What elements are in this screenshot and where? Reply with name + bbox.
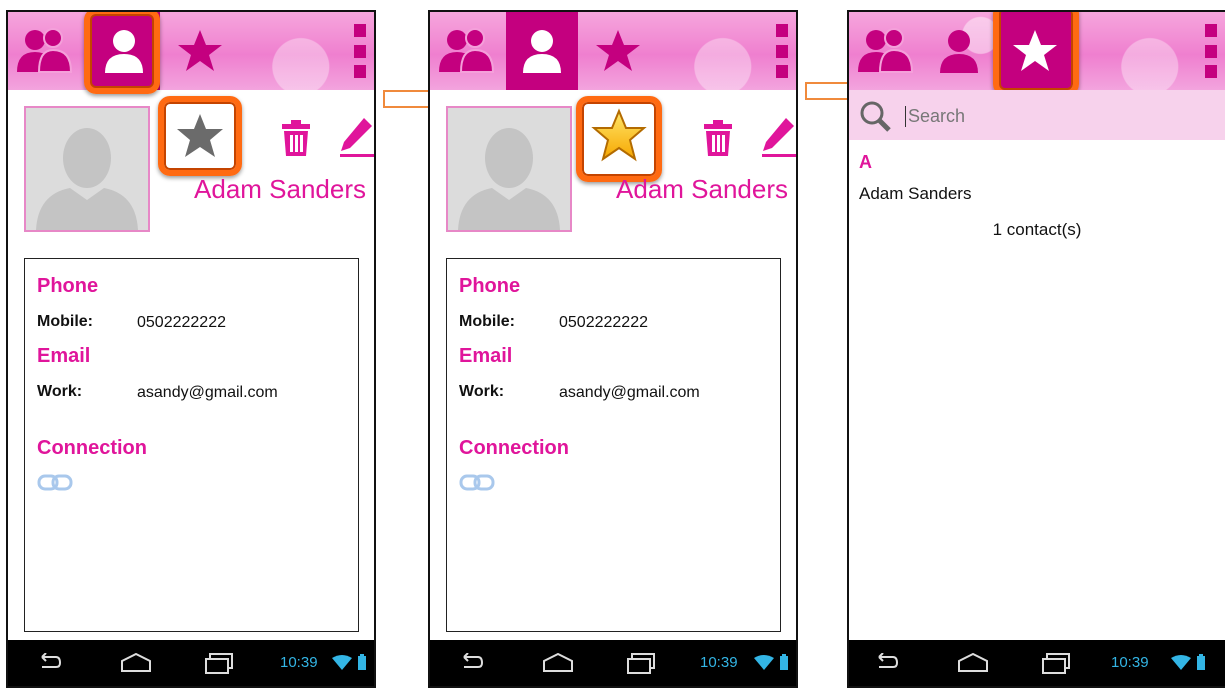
connection-link[interactable] xyxy=(459,473,495,498)
back-icon[interactable] xyxy=(458,653,484,673)
work-email-label: Work: xyxy=(459,383,505,400)
phone-section-heading: Phone xyxy=(37,275,99,297)
home-icon[interactable] xyxy=(542,653,574,673)
recents-icon[interactable] xyxy=(1041,653,1071,675)
search-input[interactable]: Search xyxy=(905,106,965,127)
back-icon[interactable] xyxy=(36,653,62,673)
status-clock: 10:39 xyxy=(700,654,738,671)
groups-icon xyxy=(439,28,495,73)
recents-icon[interactable] xyxy=(626,653,656,675)
tab-groups[interactable] xyxy=(8,12,80,90)
groups-icon xyxy=(17,28,73,73)
system-nav-bar: 10:39 xyxy=(8,640,374,686)
highlight-tab-favorites xyxy=(993,12,1079,96)
contact-name: Adam Sanders xyxy=(616,174,788,204)
section-header-letter: A xyxy=(859,152,872,172)
wifi-battery-icon xyxy=(1171,654,1205,670)
screen-contact-starred: Adam Sanders Phone Mobile: 0502222222 Em… xyxy=(428,10,798,688)
work-email-label: Work: xyxy=(37,383,83,400)
home-icon[interactable] xyxy=(957,653,989,673)
action-bar xyxy=(8,12,374,90)
overflow-menu-icon[interactable] xyxy=(776,24,792,78)
pencil-icon xyxy=(340,118,374,157)
edit-button[interactable] xyxy=(760,116,796,163)
mobile-number[interactable]: 0502222222 xyxy=(137,313,302,332)
connection-section-heading: Connection xyxy=(459,437,569,459)
person-icon xyxy=(523,30,561,73)
work-email-value[interactable]: asandy@gmail.com xyxy=(137,383,302,402)
mobile-label: Mobile: xyxy=(459,313,515,330)
screen-contact-unstarred: Adam Sanders Phone Mobile: 0502222222 Em… xyxy=(6,10,376,688)
avatar-placeholder-icon xyxy=(36,128,138,230)
star-icon xyxy=(178,30,222,71)
connection-section-heading: Connection xyxy=(37,437,147,459)
contact-photo[interactable] xyxy=(24,106,150,232)
contact-photo[interactable] xyxy=(446,106,572,232)
overflow-menu-icon[interactable] xyxy=(1205,24,1221,78)
status-clock: 10:39 xyxy=(1111,654,1149,671)
delete-button[interactable] xyxy=(702,120,734,163)
system-nav-bar: 10:39 xyxy=(430,640,796,686)
link-icon xyxy=(459,474,495,491)
mobile-number[interactable]: 0502222222 xyxy=(559,313,724,332)
back-icon[interactable] xyxy=(873,653,899,673)
favorite-contact-item[interactable]: Adam Sanders xyxy=(859,184,971,204)
contact-name: Adam Sanders xyxy=(194,174,366,204)
tab-groups[interactable] xyxy=(430,12,502,90)
avatar-placeholder-icon xyxy=(458,128,560,230)
email-section-heading: Email xyxy=(37,345,91,367)
contact-count: 1 contact(s) xyxy=(992,220,1082,239)
delete-button[interactable] xyxy=(280,120,312,163)
work-email-value[interactable]: asandy@gmail.com xyxy=(559,383,724,402)
home-icon[interactable] xyxy=(120,653,152,673)
email-section-heading: Email xyxy=(459,345,513,367)
trash-icon xyxy=(704,120,732,156)
highlight-tab-contact xyxy=(84,12,160,94)
status-clock: 10:39 xyxy=(280,654,318,671)
phone-section-heading: Phone xyxy=(459,275,521,297)
overflow-menu-icon[interactable] xyxy=(354,24,370,78)
connection-link[interactable] xyxy=(37,473,73,498)
tab-favorites[interactable] xyxy=(164,12,236,90)
wifi-battery-icon xyxy=(754,654,788,670)
person-icon xyxy=(940,30,978,73)
mobile-label: Mobile: xyxy=(37,313,93,330)
highlight-favorite xyxy=(158,96,242,176)
screen-favorites-list: Search A Adam Sanders 1 contact(s) 10:39 xyxy=(847,10,1225,688)
wifi-battery-icon xyxy=(332,654,366,670)
search-bar[interactable]: Search xyxy=(849,90,1225,140)
tab-contact[interactable] xyxy=(923,12,995,90)
edit-button[interactable] xyxy=(338,116,374,163)
highlight-favorite xyxy=(576,96,662,182)
details-card: Phone Mobile: 0502222222 Email Work: asa… xyxy=(24,258,359,632)
action-bar xyxy=(430,12,796,90)
tab-contact[interactable] xyxy=(506,12,578,90)
link-icon xyxy=(37,474,73,491)
trash-icon xyxy=(282,120,310,156)
system-nav-bar: 10:39 xyxy=(849,640,1225,686)
tab-groups[interactable] xyxy=(849,12,921,90)
groups-icon xyxy=(858,28,914,73)
search-icon xyxy=(860,101,891,132)
details-card: Phone Mobile: 0502222222 Email Work: asa… xyxy=(446,258,781,632)
pencil-icon xyxy=(762,118,796,157)
tab-favorites[interactable] xyxy=(582,12,654,90)
recents-icon[interactable] xyxy=(204,653,234,675)
star-icon xyxy=(596,30,640,71)
